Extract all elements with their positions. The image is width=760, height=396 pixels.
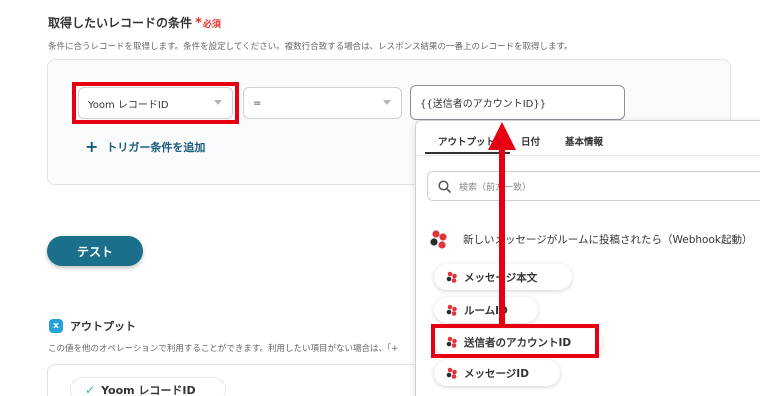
tab-date[interactable]: 日付 (521, 134, 540, 148)
chatwork-logo-icon (446, 271, 457, 283)
add-trigger-label: トリガー条件を追加 (106, 140, 206, 154)
section-description: 条件に合うレコードを取得します。条件を設定してください。複数行合致する場合は、レ… (48, 42, 573, 52)
annotation-arrow (488, 122, 516, 328)
value-input-text: {{送信者のアカウントID}} (420, 99, 547, 110)
operator-select[interactable]: = (243, 87, 402, 119)
tab-basic-info[interactable]: 基本情報 (565, 134, 603, 148)
chatwork-logo-icon (446, 367, 457, 379)
add-trigger-link[interactable]: + トリガー条件を追加 (85, 137, 205, 156)
chevron-down-icon (214, 100, 222, 105)
value-input[interactable]: {{送信者のアカウントID}} (410, 85, 625, 120)
chatwork-logo-icon (446, 304, 457, 316)
check-icon: ✓ (85, 383, 96, 396)
output-title-text: アウトプット (70, 320, 136, 333)
output-chip-label: Yoom レコードID (101, 384, 196, 396)
section-title: 取得したいレコードの条件 *必須 (48, 14, 221, 31)
operator-select-value: = (253, 97, 262, 109)
output-item-sender-account-id[interactable]: 送信者のアカウントID (434, 329, 602, 355)
field-select[interactable]: Yoom レコードID (78, 87, 233, 119)
chatwork-logo-icon (446, 336, 457, 348)
search-icon (438, 179, 451, 193)
output-item-message-id[interactable]: メッセージID (434, 360, 560, 386)
x-icon: x (49, 319, 63, 333)
section-title-text: 取得したいレコードの条件 (48, 16, 193, 30)
output-chip[interactable]: ✓ Yoom レコードID (70, 377, 226, 396)
required-star: * (195, 16, 202, 31)
plus-icon: + (85, 137, 99, 156)
required-label: 必須 (202, 20, 221, 30)
tabs-divider (416, 155, 760, 156)
trigger-group-header: 新しいメッセージがルームに投稿されたら（Webhook起動） (429, 229, 752, 249)
output-title: x アウトプット (49, 318, 136, 334)
output-item-label: メッセージID (464, 367, 529, 380)
chatwork-logo-icon (430, 230, 447, 249)
dropdown-search-input[interactable]: 検索（前方一致） (427, 171, 760, 201)
output-description: この値を他のオペレーションで利用することができます。利用したい項目がない場合は、… (48, 344, 399, 354)
chevron-down-icon (383, 100, 391, 105)
output-item-label: 送信者のアカウントID (464, 336, 572, 349)
field-select-value: Yoom レコードID (88, 99, 169, 111)
test-button[interactable]: テスト (47, 236, 143, 266)
